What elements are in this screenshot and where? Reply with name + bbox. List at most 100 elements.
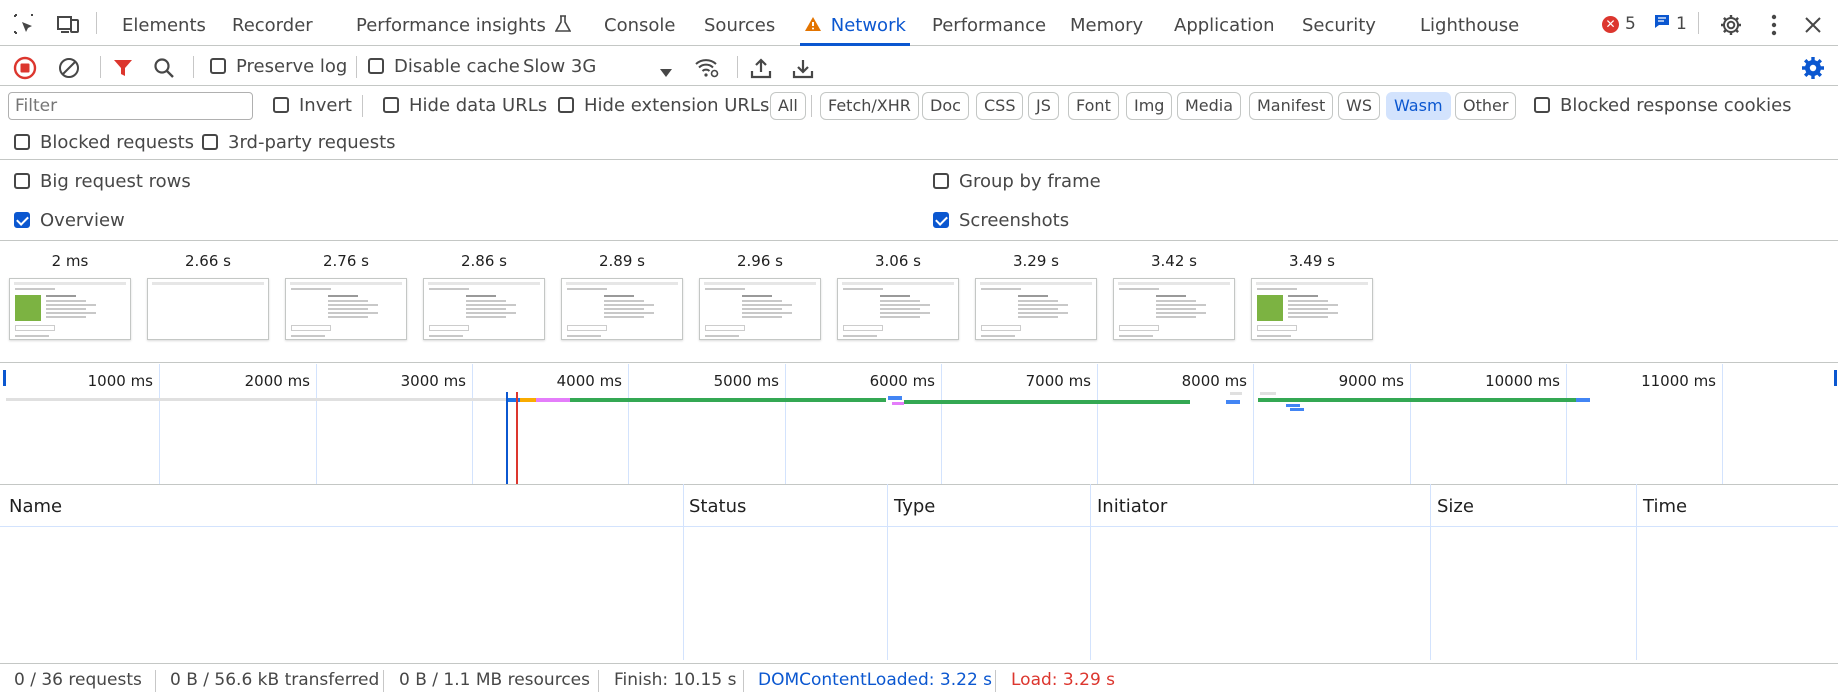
- filter-type-manifest[interactable]: Manifest: [1249, 92, 1334, 120]
- overview-gridline: [1566, 364, 1567, 484]
- filter-type-font[interactable]: Font: [1068, 92, 1119, 120]
- overview-checkbox[interactable]: [14, 212, 30, 228]
- message-count-badge[interactable]: 1: [1654, 14, 1687, 34]
- overview-gridline: [159, 364, 160, 484]
- overview-request-bar: [1290, 408, 1304, 411]
- tab-security[interactable]: Security: [1302, 0, 1376, 46]
- overview-tick-label: 9000 ms: [1338, 372, 1404, 390]
- preserve-log-checkbox[interactable]: [210, 58, 226, 74]
- screenshot-thumbnail[interactable]: [837, 278, 959, 340]
- blocked-response-cookies-checkbox[interactable]: [1534, 97, 1550, 113]
- screenshot-thumbnail[interactable]: [561, 278, 683, 340]
- network-settings-gear-icon[interactable]: [1800, 55, 1826, 81]
- tab-network[interactable]: Network: [800, 0, 910, 46]
- screenshots-checkbox[interactable]: [933, 212, 949, 228]
- stop-recording-icon[interactable]: [12, 55, 38, 81]
- overview-gridline: [628, 364, 629, 484]
- overview-request-bar: [1260, 392, 1276, 395]
- filter-type-fetch-xhr[interactable]: Fetch/XHR: [820, 92, 919, 120]
- screenshot-time-label: 2 ms: [51, 252, 89, 270]
- invert-checkbox[interactable]: [273, 97, 289, 113]
- overview-request-bar: [892, 402, 904, 405]
- column-header-time[interactable]: Time: [1643, 496, 1687, 517]
- overview-left-handle[interactable]: [3, 370, 6, 386]
- hide-extension-urls-checkbox[interactable]: [558, 97, 574, 113]
- tab-memory[interactable]: Memory: [1070, 0, 1143, 46]
- screenshot-time-label: 2.96 s: [737, 252, 783, 270]
- filter-type-other[interactable]: Other: [1455, 92, 1517, 120]
- settings-gear-icon[interactable]: [1718, 12, 1744, 38]
- screenshot-thumbnail[interactable]: [699, 278, 821, 340]
- tab-application[interactable]: Application: [1174, 0, 1275, 46]
- big-request-rows-checkbox[interactable]: [14, 173, 30, 189]
- filter-type-doc[interactable]: Doc: [922, 92, 969, 120]
- filter-type-media[interactable]: Media: [1177, 92, 1242, 120]
- status-finish: Finish: 10.15 s: [614, 670, 737, 690]
- filter-type-wasm[interactable]: Wasm: [1386, 92, 1451, 120]
- tab-elements[interactable]: Elements: [122, 0, 206, 46]
- close-icon[interactable]: [1800, 12, 1826, 38]
- tab-recorder[interactable]: Recorder: [232, 0, 313, 46]
- export-har-icon[interactable]: [790, 55, 816, 81]
- network-conditions-icon[interactable]: [693, 55, 721, 81]
- column-header-type[interactable]: Type: [894, 496, 935, 517]
- overview-gridline: [1097, 364, 1098, 484]
- overview-request-bar: [1258, 398, 1576, 402]
- disable-cache-checkbox[interactable]: [368, 58, 384, 74]
- column-header-status[interactable]: Status: [689, 496, 746, 517]
- disable-cache-label: Disable cache: [394, 56, 520, 77]
- throttling-select[interactable]: Slow 3G: [520, 53, 676, 81]
- tab-performance[interactable]: Performance: [932, 0, 1046, 46]
- hide-data-urls-checkbox[interactable]: [383, 97, 399, 113]
- screenshot-time-label: 3.42 s: [1151, 252, 1197, 270]
- screenshot-thumbnail[interactable]: [975, 278, 1097, 340]
- overview-tick-label: 120: [1759, 372, 1838, 390]
- import-har-icon[interactable]: [748, 55, 774, 81]
- column-header-name[interactable]: Name: [9, 496, 62, 517]
- column-header-initiator[interactable]: Initiator: [1097, 496, 1167, 517]
- overview-request-bar: [536, 398, 570, 402]
- filter-type-img[interactable]: Img: [1126, 92, 1173, 120]
- filter-type-js[interactable]: JS: [1028, 92, 1059, 120]
- overview-request-bar: [904, 400, 1190, 404]
- warning-icon: [804, 1, 822, 53]
- inspect-element-icon[interactable]: [10, 10, 38, 38]
- more-options-icon[interactable]: [1762, 12, 1786, 38]
- search-icon[interactable]: [152, 56, 176, 80]
- blocked-requests-checkbox[interactable]: [14, 134, 30, 150]
- overview-request-bar: [1230, 392, 1242, 395]
- overview-request-bar: [520, 398, 536, 402]
- screenshot-thumbnail[interactable]: [285, 278, 407, 340]
- invert-label: Invert: [299, 95, 352, 116]
- overview-gridline: [472, 364, 473, 484]
- clear-icon[interactable]: [56, 55, 82, 81]
- third-party-requests-label: 3rd-party requests: [228, 132, 396, 153]
- tab-performance-insights[interactable]: Performance insights: [356, 0, 571, 46]
- filter-icon[interactable]: [111, 56, 135, 80]
- filter-type-ws[interactable]: WS: [1338, 92, 1380, 120]
- tab-console[interactable]: Console: [604, 0, 675, 46]
- error-count-badge[interactable]: ✕ 5: [1602, 14, 1636, 34]
- device-toolbar-icon[interactable]: [54, 10, 82, 38]
- screenshot-thumbnail[interactable]: [1251, 278, 1373, 340]
- overview-gridline: [1410, 364, 1411, 484]
- filter-type-all[interactable]: All: [770, 92, 806, 120]
- blocked-response-cookies-label: Blocked response cookies: [1560, 95, 1792, 116]
- overview-gridline: [316, 364, 317, 484]
- third-party-requests-checkbox[interactable]: [202, 134, 218, 150]
- chevron-down-icon: [660, 62, 672, 82]
- screenshot-thumbnail[interactable]: [9, 278, 131, 340]
- tab-sources[interactable]: Sources: [704, 0, 775, 46]
- status-request-count: 0 / 36 requests: [14, 670, 142, 690]
- group-by-frame-checkbox[interactable]: [933, 173, 949, 189]
- tab-lighthouse[interactable]: Lighthouse: [1420, 0, 1519, 46]
- screenshot-thumbnail[interactable]: [147, 278, 269, 340]
- column-header-size[interactable]: Size: [1437, 496, 1474, 517]
- screenshot-thumbnail[interactable]: [1113, 278, 1235, 340]
- filter-input[interactable]: [8, 92, 253, 120]
- filter-type-css[interactable]: CSS: [976, 92, 1024, 120]
- screenshot-thumbnail[interactable]: [423, 278, 545, 340]
- filter-bar: Invert Hide data URLs Hide extension URL…: [0, 86, 1838, 160]
- overview-request-bar: [888, 396, 902, 400]
- overview-label: Overview: [40, 210, 125, 231]
